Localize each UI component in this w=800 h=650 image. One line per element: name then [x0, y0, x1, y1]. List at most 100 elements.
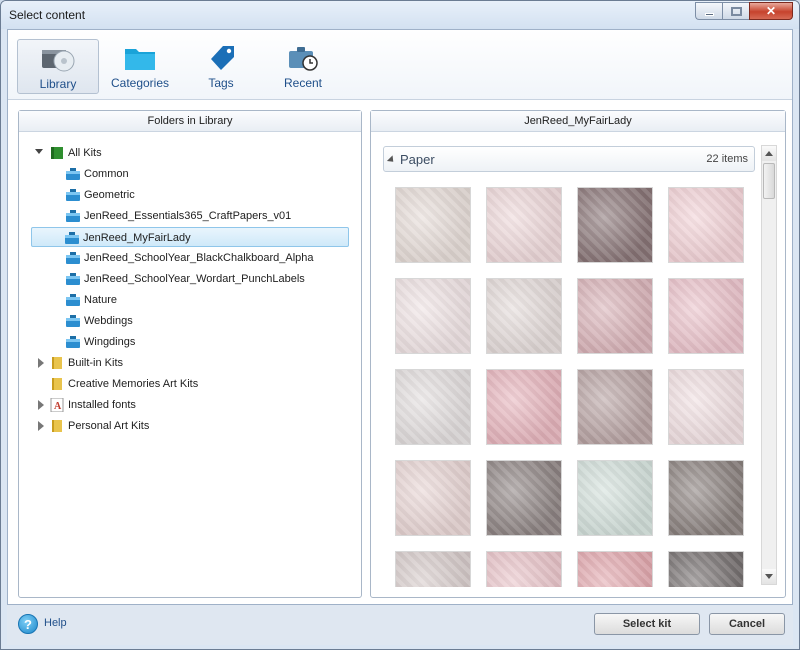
tree-item-label: Creative Memories Art Kits [68, 378, 199, 390]
tree-item-label: Installed fonts [68, 399, 136, 411]
kit-box-icon [65, 272, 81, 286]
paper-thumbnail[interactable] [577, 187, 653, 263]
group-item-count: 22 items [706, 153, 748, 165]
dialog-client-area: Library Categories Tags Recent Folders i… [7, 29, 793, 605]
scroll-up-button[interactable] [762, 146, 776, 161]
tab-recent[interactable]: Recent [262, 39, 344, 94]
paper-thumbnail[interactable] [395, 460, 471, 536]
tab-tags[interactable]: Tags [180, 39, 262, 94]
paper-thumbnail[interactable] [486, 187, 562, 263]
tree-item[interactable]: Wingdings [33, 332, 353, 352]
dialog-footer: ? Help Select kit Cancel [7, 605, 793, 645]
tree-item-label: All Kits [68, 147, 102, 159]
paper-thumbnail[interactable] [395, 551, 471, 587]
tree-item-label: JenReed_SchoolYear_Wordart_PunchLabels [84, 273, 305, 285]
tree-item[interactable]: Webdings [33, 311, 353, 331]
paper-thumbnail-grid [395, 187, 755, 587]
tree-item-label: Wingdings [84, 336, 136, 348]
paper-thumbnail[interactable] [486, 278, 562, 354]
collapsed-triangle-icon[interactable] [38, 400, 44, 410]
tree-item-label: JenReed_SchoolYear_BlackChalkboard_Alpha [84, 252, 314, 264]
yellow-folder-icon [49, 377, 65, 391]
folders-panel-title: Folders in Library [19, 111, 361, 132]
library-disc-icon [42, 50, 75, 72]
kit-box-icon [65, 293, 81, 307]
dialog-window: Select content ✕ Library Categories Tags… [0, 0, 800, 650]
svg-text:A: A [54, 401, 62, 412]
collapsed-triangle-icon[interactable] [38, 358, 44, 368]
group-name: Paper [400, 152, 435, 167]
title-bar[interactable]: Select content ✕ [1, 1, 799, 29]
select-kit-button[interactable]: Select kit [594, 613, 700, 635]
tree-item[interactable]: JenReed_SchoolYear_Wordart_PunchLabels [33, 269, 353, 289]
paper-thumbnail[interactable] [486, 551, 562, 587]
paper-thumbnail[interactable] [395, 278, 471, 354]
paper-thumbnail[interactable] [668, 460, 744, 536]
tree-item-label: Geometric [84, 189, 135, 201]
yellow-folder-icon [49, 419, 65, 433]
minimize-button[interactable] [695, 2, 722, 20]
tab-tags-label: Tags [208, 76, 234, 90]
paper-thumbnail[interactable] [486, 369, 562, 445]
paper-thumbnail[interactable] [668, 278, 744, 354]
paper-thumbnail[interactable] [577, 460, 653, 536]
minimize-icon [705, 13, 714, 16]
folders-panel: Folders in Library All Kits Common Geometr… [18, 110, 362, 598]
tree-item[interactable]: Geometric [33, 185, 353, 205]
vertical-scrollbar[interactable] [761, 145, 777, 585]
folder-icon [125, 49, 155, 70]
tab-library[interactable]: Library [17, 39, 99, 94]
maximize-button[interactable] [722, 2, 749, 20]
paper-thumbnail[interactable] [577, 369, 653, 445]
close-button[interactable]: ✕ [749, 2, 793, 20]
kit-box-icon [65, 251, 81, 265]
tab-categories[interactable]: Categories [99, 39, 181, 94]
kit-box-icon [65, 335, 81, 349]
scroll-up-icon [765, 151, 773, 156]
tree-item[interactable]: Personal Art Kits [33, 416, 353, 436]
tree-item-label: Nature [84, 294, 118, 306]
help-link[interactable]: Help [44, 617, 67, 629]
scroll-down-button[interactable] [762, 569, 776, 584]
paper-group-header[interactable]: Paper 22 items [383, 146, 755, 172]
tree-item[interactable]: JenReed_MyFairLady [31, 227, 349, 247]
recent-clock-icon [289, 47, 318, 71]
collapsed-triangle-icon[interactable] [38, 421, 44, 431]
paper-thumbnail[interactable] [395, 369, 471, 445]
tree-item[interactable]: JenReed_Essentials365_CraftPapers_v01 [33, 206, 353, 226]
kit-box-icon [64, 231, 80, 245]
kit-box-icon [65, 167, 81, 181]
paper-thumbnail[interactable] [668, 551, 744, 587]
paper-thumbnail[interactable] [668, 369, 744, 445]
tab-recent-label: Recent [283, 76, 323, 90]
kit-box-icon [65, 314, 81, 328]
tree-item-label: JenReed_Essentials365_CraftPapers_v01 [84, 210, 292, 222]
tree-item[interactable]: Nature [33, 290, 353, 310]
paper-thumbnail[interactable] [577, 551, 653, 587]
paper-thumbnail[interactable] [395, 187, 471, 263]
tab-library-label: Library [39, 77, 77, 91]
maximize-icon [731, 7, 742, 16]
font-a-icon: A [49, 397, 65, 413]
window-controls: ✕ [695, 2, 793, 21]
tree-item-label: JenReed_MyFairLady [83, 232, 191, 244]
help-icon[interactable]: ? [18, 614, 38, 634]
expanded-triangle-icon[interactable] [35, 149, 43, 154]
paper-thumbnail[interactable] [668, 187, 744, 263]
paper-thumbnail[interactable] [486, 460, 562, 536]
paper-thumbnail[interactable] [577, 278, 653, 354]
tree-item-label: Built-in Kits [68, 357, 124, 369]
scroll-thumb[interactable] [763, 163, 775, 199]
close-icon: ✕ [765, 4, 777, 18]
window-title: Select content [9, 8, 86, 22]
tree-item[interactable]: JenReed_SchoolYear_BlackChalkboard_Alpha [33, 248, 353, 268]
cancel-button[interactable]: Cancel [709, 613, 785, 635]
kit-panel-title: JenReed_MyFairLady [371, 111, 785, 132]
tree-item[interactable]: Built-in Kits [33, 353, 353, 373]
tree-item[interactable]: Creative Memories Art Kits [33, 374, 353, 394]
scroll-down-icon [765, 574, 773, 579]
tree-item[interactable]: Common [33, 164, 353, 184]
tree-item[interactable]: All Kits [33, 143, 353, 163]
green-book-icon [49, 146, 65, 160]
tree-item[interactable]: A Installed fonts [33, 395, 353, 415]
